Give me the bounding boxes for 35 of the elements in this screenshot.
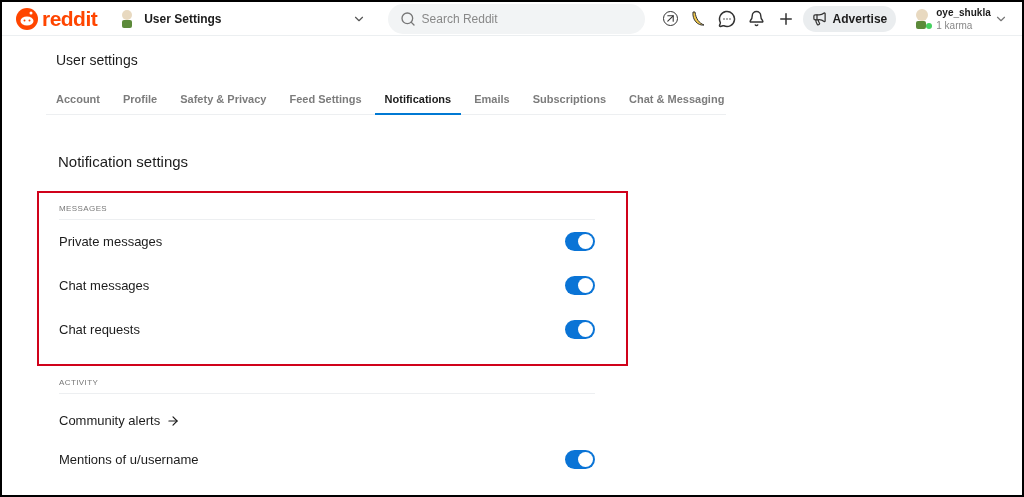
chat-icon[interactable] — [717, 9, 736, 28]
setting-label: Private messages — [59, 232, 163, 251]
search-icon — [399, 10, 416, 27]
advertise-button[interactable]: Advertise — [802, 5, 897, 32]
settings-tab[interactable]: Profile — [113, 85, 168, 115]
banana-icon[interactable] — [689, 9, 706, 28]
community-name: User Settings — [144, 10, 222, 28]
reddit-logo-icon[interactable] — [16, 7, 38, 30]
reddit-wordmark[interactable]: reddit — [42, 2, 98, 35]
section-label: MESSAGES — [59, 202, 595, 220]
settings-tab[interactable]: Feed Settings — [279, 85, 372, 115]
karma-count: 1 karma — [936, 18, 974, 32]
settings-tab[interactable]: Safety & Privacy — [170, 85, 277, 115]
section-label: ACTIVITY — [59, 376, 595, 394]
toggle-switch[interactable] — [565, 320, 595, 339]
setting-label: Chat messages — [59, 276, 150, 295]
username: oye_shukla — [936, 5, 991, 19]
setting-label: Chat requests — [59, 320, 140, 339]
settings-tab[interactable]: Emails — [464, 85, 520, 115]
setting-link[interactable]: Community alerts — [59, 410, 181, 431]
user-avatar-icon[interactable] — [914, 7, 933, 30]
setting-label: Mentions of u/username — [59, 450, 199, 469]
page-title: User settings — [56, 51, 139, 70]
toggle-switch[interactable] — [565, 232, 595, 251]
settings-tab[interactable]: Chat & Messaging — [619, 85, 735, 115]
settings-tab[interactable]: Subscriptions — [522, 85, 616, 115]
search-field[interactable]: Search Reddit — [387, 3, 645, 34]
settings-tab[interactable]: Account — [46, 85, 110, 115]
toggle-switch[interactable] — [565, 276, 595, 295]
arrow-right-icon — [166, 413, 181, 428]
settings-tab[interactable]: Notifications — [374, 85, 462, 115]
section-heading: Notification settings — [58, 152, 190, 172]
megaphone-icon — [811, 11, 827, 26]
bell-icon[interactable] — [747, 10, 765, 27]
toggle-switch[interactable] — [565, 450, 595, 469]
